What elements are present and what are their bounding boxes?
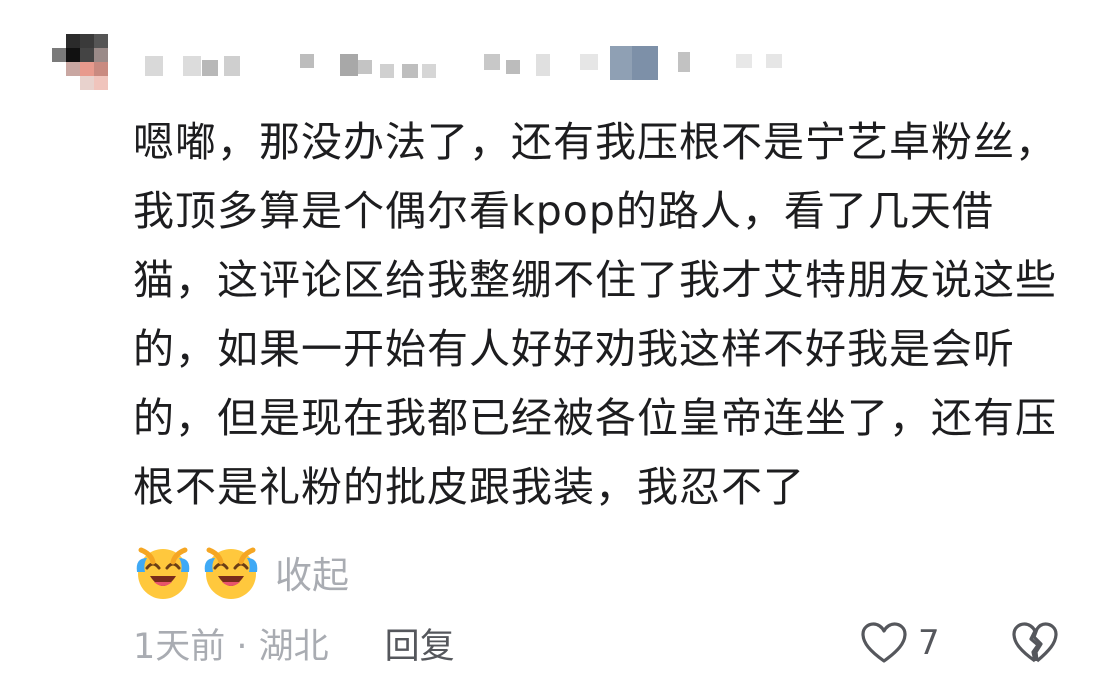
comment-emoji-row: 收起 [133,542,349,602]
avatar[interactable] [52,34,108,90]
dislike-button[interactable] [1011,615,1059,671]
like-count: 7 [918,623,940,663]
laughing-crying-emoji-icon [136,547,190,599]
collapse-button[interactable]: 收起 [275,545,349,599]
username-redacted[interactable] [140,46,800,80]
comment-card: 嗯嘟，那没办法了，还有我压根不是宁艺卓粉丝，我顶多算是个偶尔看kpop的路人，看… [0,0,1109,681]
heart-outline-icon [861,622,907,663]
reply-button[interactable]: 回复 [385,618,455,669]
timestamp-location: 1天前 · 湖北 [133,626,329,667]
laughing-crying-emoji-icon [204,547,258,599]
comment-text: 嗯嘟，那没办法了，还有我压根不是宁艺卓粉丝，我顶多算是个偶尔看kpop的路人，看… [133,118,1057,511]
like-button[interactable]: 7 [860,615,940,671]
broken-heart-icon [1012,622,1058,663]
comment-meta: 1天前 · 湖北 回复 [133,615,455,671]
